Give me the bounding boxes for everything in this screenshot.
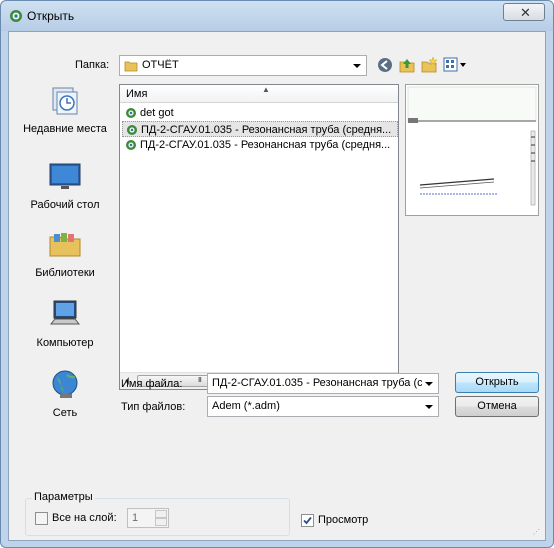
place-desktop-label: Рабочий стол <box>30 199 100 211</box>
close-button[interactable]: ✕ <box>503 3 545 21</box>
drawing-preview-image <box>407 86 537 213</box>
checkmark-icon <box>303 516 312 525</box>
sort-ascending-icon: ▲ <box>262 85 270 94</box>
view-menu-icon[interactable] <box>443 57 469 73</box>
file-list[interactable]: Имя ▲ det got ПД-2-СГАУ.01.035 - Резонан… <box>119 84 399 390</box>
dialog-body: Папка: ОТЧЁТ Недавние места Рабочий стол… <box>8 31 546 541</box>
all-layers-checkbox[interactable] <box>35 512 48 525</box>
open-file-dialog: Открыть ✕ Папка: ОТЧЁТ Недавние места Ра… <box>0 0 554 548</box>
place-recent-label: Недавние места <box>23 123 107 135</box>
places-bar: Недавние места Рабочий стол Библиотеки К… <box>17 84 113 444</box>
open-button[interactable]: Открыть <box>455 372 539 393</box>
preview-pane <box>405 84 539 216</box>
chevron-down-icon[interactable] <box>353 64 361 68</box>
filename-value[interactable]: ПД-2-СГАУ.01.035 - Резонансная труба (ср… <box>212 377 422 389</box>
preview-checkbox[interactable] <box>301 514 314 527</box>
folder-value: ОТЧЁТ <box>142 59 179 71</box>
computer-icon <box>49 300 81 325</box>
layer-value: 1 <box>132 512 139 524</box>
place-libraries[interactable]: Библиотеки <box>17 228 113 280</box>
desktop-icon <box>49 163 81 189</box>
file-name: ПД-2-СГАУ.01.035 - Резонансная труба (ср… <box>140 139 391 151</box>
place-network[interactable]: Сеть <box>17 368 113 420</box>
place-libraries-label: Библиотеки <box>35 267 95 279</box>
new-folder-icon[interactable] <box>420 56 438 74</box>
window-title: Открыть <box>27 9 75 23</box>
file-row[interactable]: ПД-2-СГАУ.01.035 - Резонансная труба (ср… <box>122 137 398 153</box>
parameters-group: Параметры Все на слой: 1 <box>25 491 290 536</box>
filetype-value: Adem (*.adm) <box>212 400 280 412</box>
libraries-icon <box>49 233 81 257</box>
adem-file-icon <box>127 125 137 135</box>
app-icon <box>10 10 22 22</box>
place-computer-label: Компьютер <box>36 337 94 349</box>
filetype-select[interactable]: Adem (*.adm) <box>207 396 439 417</box>
parameters-group-label: Параметры <box>32 491 95 503</box>
file-name: ПД-2-СГАУ.01.035 - Резонансная труба (ср… <box>141 124 392 136</box>
recent-places-icon <box>52 87 78 115</box>
close-icon: ✕ <box>520 5 531 20</box>
network-icon <box>52 370 78 398</box>
column-header-name[interactable]: Имя ▲ <box>120 85 398 103</box>
title-bar[interactable]: Открыть ✕ <box>1 1 553 31</box>
filename-label: Имя файла: <box>121 378 183 390</box>
column-header-label: Имя <box>126 88 148 100</box>
filename-combobox[interactable]: ПД-2-СГАУ.01.035 - Резонансная труба (ср… <box>207 373 439 394</box>
folder-label: Папка: <box>75 59 110 71</box>
place-network-label: Сеть <box>52 407 78 419</box>
adem-file-icon <box>126 108 136 118</box>
file-row-selected[interactable]: ПД-2-СГАУ.01.035 - Резонансная труба (ср… <box>122 121 398 137</box>
spin-up-icon <box>155 510 167 518</box>
filetype-label: Тип файлов: <box>121 401 186 413</box>
place-desktop[interactable]: Рабочий стол <box>17 160 113 212</box>
all-layers-label: Все на слой: <box>52 512 117 524</box>
folder-combobox[interactable]: ОТЧЁТ <box>119 55 367 76</box>
scroll-grip: III <box>198 377 202 384</box>
up-folder-icon[interactable] <box>398 56 416 74</box>
place-computer[interactable]: Компьютер <box>17 298 113 350</box>
file-row[interactable]: det got <box>122 105 398 121</box>
chevron-down-icon[interactable] <box>425 382 433 386</box>
place-recent[interactable]: Недавние места <box>17 84 113 136</box>
preview-label: Просмотр <box>318 514 369 526</box>
folder-icon <box>124 61 138 72</box>
back-icon[interactable] <box>377 57 393 73</box>
chevron-down-icon[interactable] <box>425 405 433 409</box>
layer-spinner: 1 <box>127 508 169 528</box>
file-name: det got <box>140 107 174 119</box>
adem-file-icon <box>126 140 136 150</box>
spin-down-icon <box>155 518 167 526</box>
resize-grip-icon[interactable]: ⋰ <box>533 528 543 538</box>
cancel-button[interactable]: Отмена <box>455 396 539 417</box>
